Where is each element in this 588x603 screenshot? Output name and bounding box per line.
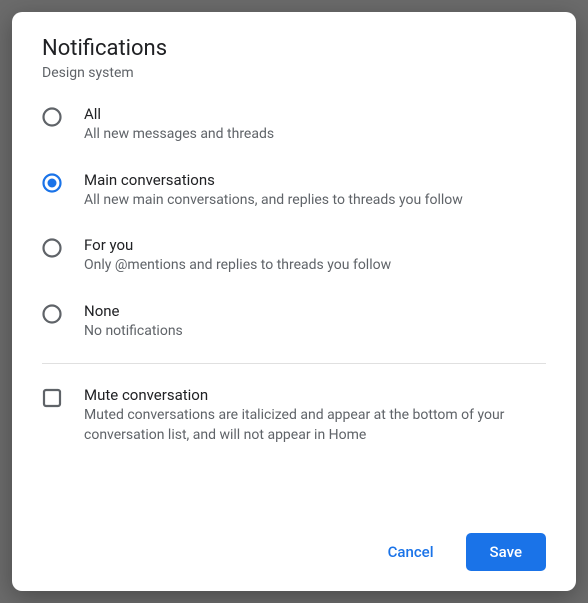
dialog-actions: Cancel Save <box>42 533 546 571</box>
radio-unchecked-icon <box>42 107 62 127</box>
save-button[interactable]: Save <box>466 533 546 571</box>
option-text: All All new messages and threads <box>84 105 274 145</box>
mute-text: Mute conversation Muted conversations ar… <box>84 386 546 445</box>
option-desc: No notifications <box>84 322 183 342</box>
divider <box>42 363 546 364</box>
dialog-title: Notifications <box>42 36 546 61</box>
radio-unchecked-icon <box>42 304 62 324</box>
notifications-dialog: Notifications Design system All All new … <box>12 12 576 591</box>
option-desc: All new messages and threads <box>84 125 274 145</box>
dialog-subtitle: Design system <box>42 65 546 81</box>
option-none[interactable]: None No notifications <box>42 302 546 342</box>
option-all[interactable]: All All new messages and threads <box>42 105 546 145</box>
option-main-conversations[interactable]: Main conversations All new main conversa… <box>42 171 546 211</box>
mute-desc: Muted conversations are italicized and a… <box>84 406 546 445</box>
option-desc: Only @mentions and replies to threads yo… <box>84 256 391 276</box>
radio-checked-icon <box>42 173 62 193</box>
option-label: All <box>84 105 274 123</box>
checkbox-unchecked-icon <box>42 388 62 408</box>
option-desc: All new main conversations, and replies … <box>84 191 463 211</box>
option-text: None No notifications <box>84 302 183 342</box>
option-label: For you <box>84 236 391 254</box>
option-for-you[interactable]: For you Only @mentions and replies to th… <box>42 236 546 276</box>
radio-unchecked-icon <box>42 238 62 258</box>
radio-group: All All new messages and threads Main co… <box>42 105 546 363</box>
option-label: None <box>84 302 183 320</box>
cancel-button[interactable]: Cancel <box>374 533 448 571</box>
mute-label: Mute conversation <box>84 386 546 404</box>
option-text: Main conversations All new main conversa… <box>84 171 463 211</box>
option-label: Main conversations <box>84 171 463 189</box>
mute-conversation-checkbox[interactable]: Mute conversation Muted conversations ar… <box>42 386 546 445</box>
option-text: For you Only @mentions and replies to th… <box>84 236 391 276</box>
